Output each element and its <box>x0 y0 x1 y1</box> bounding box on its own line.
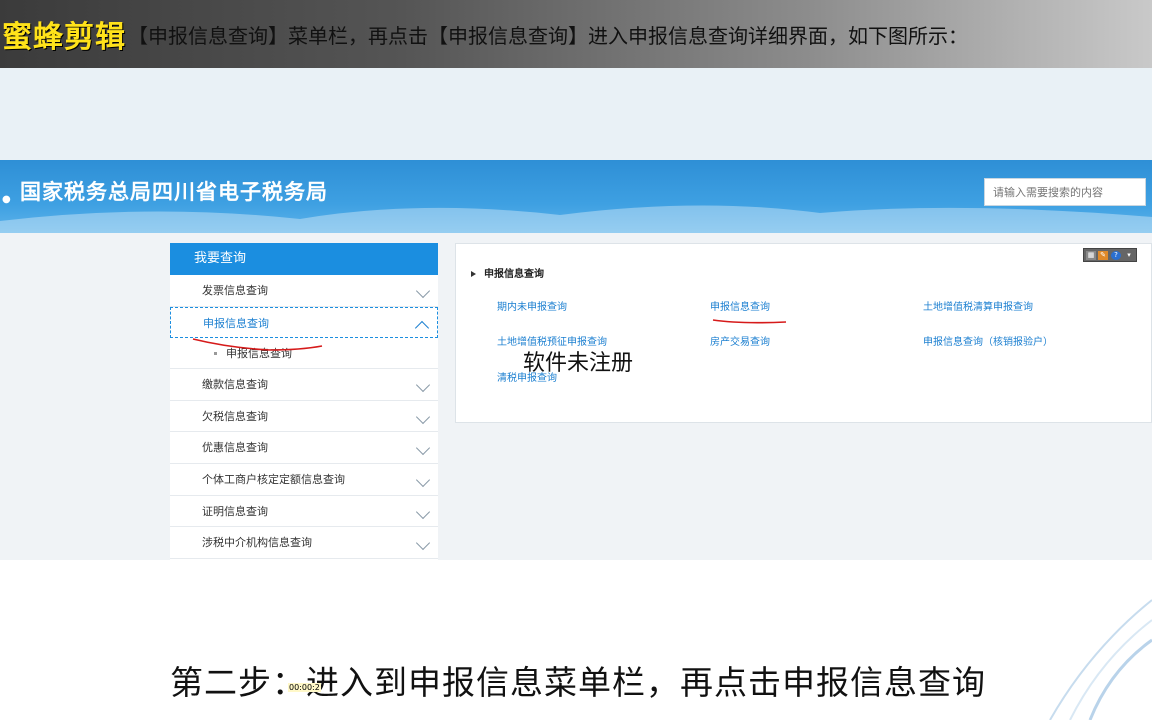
stage-background <box>0 68 1152 160</box>
chevron-down-icon <box>415 536 431 551</box>
chevron-down-icon <box>415 441 431 456</box>
link-unfiled-query[interactable]: 期内未申报查询 <box>497 298 567 313</box>
link-declaration-query-verified[interactable]: 申报信息查询（核销报验户） <box>923 333 1053 348</box>
edit-icon[interactable]: ✎ <box>1098 251 1108 260</box>
dropdown-icon[interactable]: ▾ <box>1124 251 1134 260</box>
left-query-menu: 我要查询 发票信息查询 申报信息查询 申报信息查询 缴款信息查询 欠税信息查询 … <box>170 243 438 560</box>
caret-right-icon <box>471 271 476 277</box>
menu-item-label: 证明信息查询 <box>202 504 268 518</box>
mini-toolbar: ▦ ✎ ? ▾ <box>1083 248 1137 262</box>
search-input[interactable] <box>984 178 1146 206</box>
step-caption: 第二步：进入到申报信息菜单栏，再点击申报信息查询 <box>170 663 986 702</box>
menu-item-label: 欠税信息查询 <box>202 409 268 423</box>
menu-item-label: 发票信息查询 <box>202 284 268 297</box>
submenu-item-declaration-query[interactable]: 申报信息查询 <box>170 338 438 370</box>
help-icon[interactable]: ? <box>1111 251 1121 260</box>
panel-title-text: 申报信息查询 <box>484 269 544 280</box>
grid-icon[interactable]: ▦ <box>1086 251 1096 260</box>
menu-item-invoice-query[interactable]: 发票信息查询 <box>170 275 438 307</box>
panel-title: 申报信息查询 <box>471 265 544 280</box>
link-land-vat-settlement-query[interactable]: 土地增值税清算申报查询 <box>923 298 1033 313</box>
brand-watermark: 蜜蜂剪辑 <box>2 20 126 55</box>
submenu-item-label: 申报信息查询 <box>226 347 292 361</box>
menu-item-payment-query[interactable]: 缴款信息查询 <box>170 369 438 401</box>
menu-item-certificate-query[interactable]: 证明信息查询 <box>170 496 438 528</box>
site-title: 国家税务总局四川省电子税务局 <box>20 180 328 204</box>
chevron-down-icon <box>415 378 431 393</box>
menu-item-arrears-query[interactable]: 欠税信息查询 <box>170 401 438 433</box>
instruction-banner: 蜜蜂剪辑 【申报信息查询】菜单栏，再点击【申报信息查询】进入申报信息查询详细界面… <box>0 0 1152 68</box>
menu-item-label: 缴款信息查询 <box>202 378 268 392</box>
chevron-down-icon <box>415 472 431 488</box>
menu-item-preferential-query[interactable]: 优惠信息查询 <box>170 432 438 464</box>
unregistered-watermark: 软件未注册 <box>523 351 634 376</box>
menu-item-agency-query[interactable]: 涉税中介机构信息查询 <box>170 527 438 559</box>
link-declaration-query[interactable]: 申报信息查询 <box>710 298 770 313</box>
chevron-down-icon <box>415 504 431 519</box>
menu-item-declaration-query[interactable]: 申报信息查询 <box>170 306 438 339</box>
menu-header: 我要查询 <box>170 243 438 275</box>
bullet-icon <box>214 352 217 356</box>
chevron-up-icon <box>414 320 430 335</box>
menu-item-label: 申报信息查询 <box>203 316 269 330</box>
menu-item-label: 涉税中介机构信息查询 <box>202 536 312 550</box>
menu-item-label: 优惠信息查询 <box>202 441 268 455</box>
chevron-down-icon <box>415 409 431 424</box>
logo-icon: ● <box>2 194 11 205</box>
site-header: ● 国家税务总局四川省电子税务局 <box>0 160 1152 233</box>
menu-item-label: 个体工商户核定定额信息查询 <box>202 472 345 486</box>
declaration-query-panel: 申报信息查询 期内未申报查询 申报信息查询 土地增值税清算申报查询 土地增值税预… <box>455 243 1152 423</box>
chevron-down-icon <box>415 283 431 299</box>
link-property-transaction-query[interactable]: 房产交易查询 <box>710 333 770 348</box>
video-timestamp: 00:00:2 <box>288 683 321 692</box>
corner-decoration <box>1049 599 1152 720</box>
banner-instruction-text: 【申报信息查询】菜单栏，再点击【申报信息查询】进入申报信息查询详细界面，如下图所… <box>128 23 968 48</box>
menu-item-individual-business-query[interactable]: 个体工商户核定定额信息查询 <box>170 464 438 496</box>
